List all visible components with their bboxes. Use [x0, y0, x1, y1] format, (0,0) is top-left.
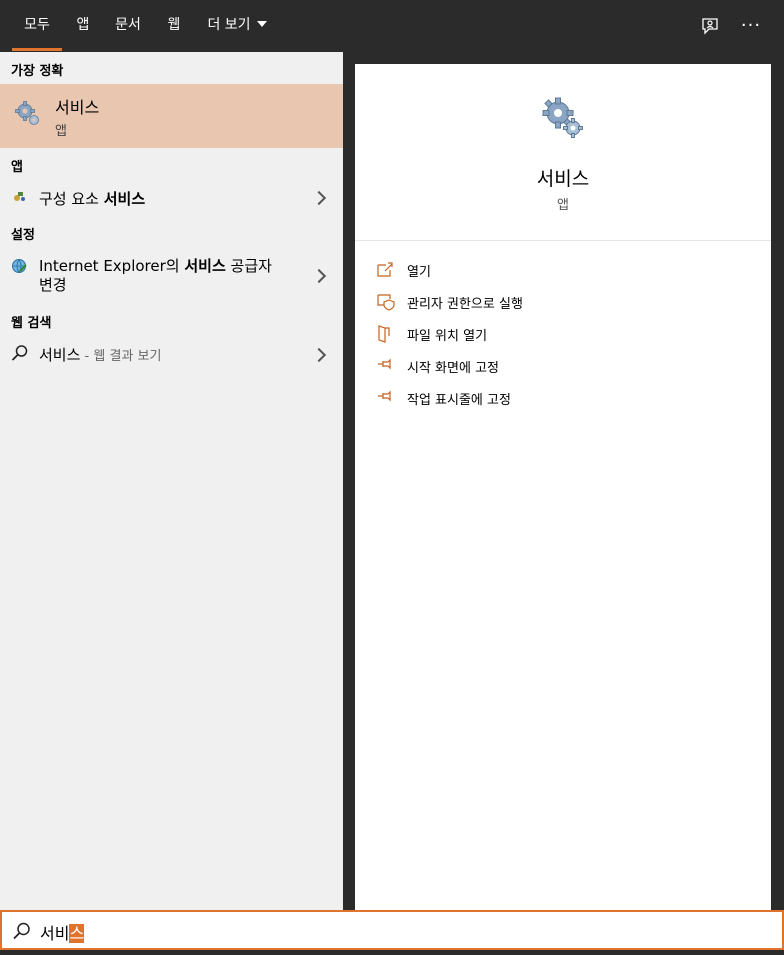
internet-options-label: Internet Explorer의 서비스 공급자변경	[39, 257, 272, 295]
pin-icon	[375, 355, 397, 377]
apps-heading: 앱	[11, 160, 23, 175]
run-as-admin-label: 관리자 권한으로 실행	[407, 297, 523, 312]
search-input[interactable]: 서비스	[40, 920, 85, 944]
best-match-title: 서비스	[55, 98, 100, 117]
web-search-label: 서비스 - 웹 결과 보기	[39, 344, 161, 365]
web-search-heading: 웹 검색	[11, 316, 52, 331]
pin-to-start-label: 시작 화면에 고정	[407, 361, 499, 376]
file-location-action[interactable]: 파일 위치 열기	[375, 322, 755, 346]
divider	[355, 240, 771, 241]
preview-subtitle: 앱	[557, 198, 569, 213]
open-label: 열기	[407, 265, 431, 280]
chevron-right-icon	[311, 268, 327, 284]
pin-to-start-action[interactable]: 시작 화면에 고정	[375, 354, 755, 378]
search-composing-text: 스	[69, 924, 85, 943]
internet-options-icon	[11, 258, 28, 275]
label-line2: 변경	[39, 276, 67, 294]
component-services-label: 구성 요소 서비스	[39, 188, 145, 209]
search-icon	[11, 344, 29, 362]
tab-all-label: 모두	[24, 17, 50, 33]
pin-to-taskbar-action[interactable]: 작업 표시줄에 고정	[375, 386, 755, 410]
pin-taskbar-icon	[375, 387, 397, 409]
tab-more[interactable]: 더 보기	[200, 0, 274, 52]
open-action[interactable]: 열기	[375, 258, 755, 282]
label-match: 서비스	[103, 190, 146, 208]
label-match: 서비스	[184, 257, 226, 275]
gears-icon	[14, 100, 42, 128]
preview-panel: 서비스 앱 열기 관리자 권한으로 실행 파일 위치 열기 시작 화면에 고정 …	[355, 64, 771, 910]
tab-web[interactable]: 웹	[160, 0, 188, 52]
chevron-right-icon	[311, 190, 327, 206]
file-location-icon	[375, 323, 397, 345]
web-search-suffix: - 웹 결과 보기	[80, 349, 162, 364]
run-as-admin-action[interactable]: 관리자 권한으로 실행	[375, 290, 755, 314]
open-icon	[375, 259, 397, 281]
tab-apps-label: 앱	[76, 17, 90, 33]
run-as-admin-icon	[375, 291, 397, 313]
tab-documents-label: 문서	[115, 17, 141, 33]
label-prefix: 구성 요소	[39, 190, 104, 208]
more-options-icon[interactable]: ···	[737, 12, 765, 40]
chevron-right-icon	[311, 347, 327, 363]
tab-all[interactable]: 모두	[12, 0, 62, 52]
top-bar: 모두 앱 문서 웹 더 보기 ···	[0, 0, 784, 52]
search-box[interactable]: 서비스	[0, 910, 784, 950]
caret-down-icon	[256, 21, 267, 27]
tab-documents[interactable]: 문서	[108, 0, 148, 52]
list-item-component-services[interactable]: 구성 요소 서비스	[0, 182, 343, 212]
search-typed-text: 서비	[40, 924, 70, 943]
best-match-item[interactable]: 서비스 앱	[0, 84, 343, 148]
search-icon	[12, 921, 32, 941]
settings-heading: 설정	[11, 228, 35, 243]
list-item-internet-options[interactable]: Internet Explorer의 서비스 공급자변경	[0, 252, 343, 298]
tab-more-label: 더 보기	[207, 17, 251, 33]
label-suffix: 공급자	[225, 257, 272, 275]
more-options-glyph: ···	[740, 15, 762, 36]
results-panel: 가장 정확 서비스 앱 앱 구성 요소 서비스 설정 Internet Expl…	[0, 52, 343, 910]
tab-apps[interactable]: 앱	[70, 0, 96, 52]
web-search-query: 서비스	[39, 346, 81, 364]
gears-icon	[541, 96, 585, 140]
list-item-web-search[interactable]: 서비스 - 웹 결과 보기	[0, 339, 343, 369]
preview-title: 서비스	[536, 168, 590, 190]
best-match-subtitle: 앱	[55, 124, 67, 139]
component-services-icon	[12, 188, 26, 202]
label-prefix: Internet Explorer의	[39, 257, 185, 275]
panel-gutter	[771, 64, 784, 910]
bottom-edge	[0, 950, 784, 955]
file-location-label: 파일 위치 열기	[407, 329, 488, 344]
feedback-icon[interactable]	[696, 12, 724, 40]
best-match-heading: 가장 정확	[11, 64, 64, 79]
pin-to-taskbar-label: 작업 표시줄에 고정	[407, 393, 511, 408]
tab-web-label: 웹	[167, 17, 181, 33]
